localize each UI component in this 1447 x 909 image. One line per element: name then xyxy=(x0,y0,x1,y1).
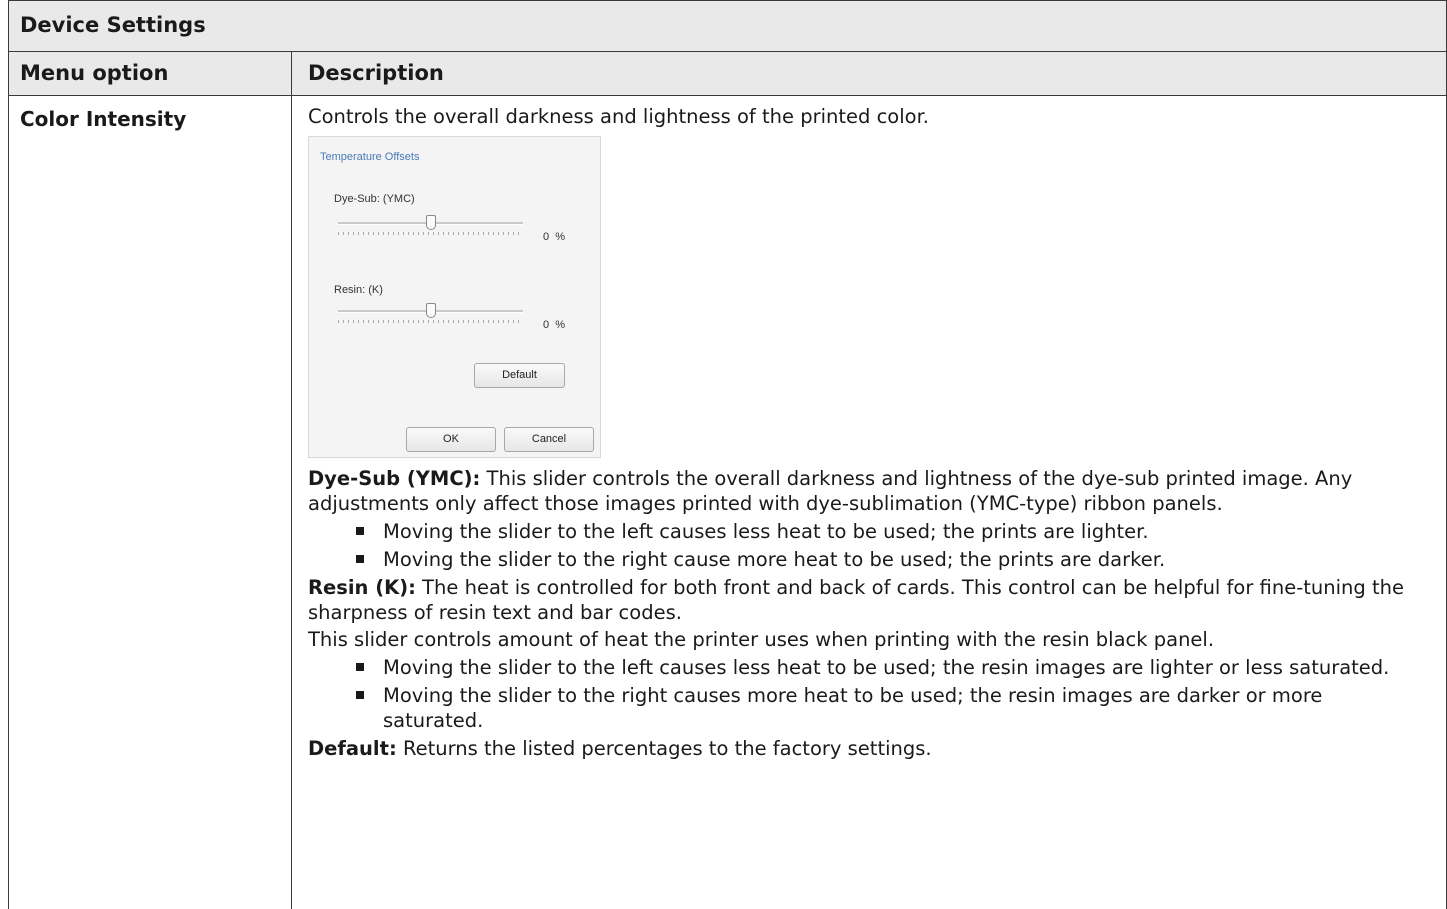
resin-label: Resin: (K) xyxy=(334,284,383,296)
dye-sub-value-number: 0 xyxy=(543,231,550,243)
resin-value: 0 % xyxy=(543,313,565,338)
group-title: Temperature Offsets xyxy=(320,151,420,163)
square-bullet-icon xyxy=(356,555,364,563)
description-cell: Controls the overall darkness and lightn… xyxy=(292,96,1446,909)
default-description: Returns the listed percentages to the fa… xyxy=(396,737,932,760)
table-header-row: Menu option Description xyxy=(9,52,1446,96)
menu-option-cell: Color Intensity xyxy=(9,96,292,909)
default-button[interactable]: Default xyxy=(474,363,565,388)
dye-sub-label: Dye-Sub: (YMC) xyxy=(334,193,415,205)
square-bullet-icon xyxy=(356,691,364,699)
default-paragraph: Default: Returns the listed percentages … xyxy=(308,736,1426,761)
resin-slider-ticks xyxy=(338,320,523,323)
list-item: Moving the slider to the left causes les… xyxy=(308,519,1426,544)
list-item: Moving the slider to the right cause mor… xyxy=(308,547,1426,572)
list-item: Moving the slider to the right causes mo… xyxy=(308,683,1426,733)
table-row: Color Intensity Controls the overall dar… xyxy=(9,96,1446,909)
dye-sub-term: Dye-Sub (YMC): xyxy=(308,467,481,490)
square-bullet-icon xyxy=(356,663,364,671)
description-content: Controls the overall darkness and lightn… xyxy=(308,104,1426,761)
dye-sub-value: 0 % xyxy=(543,225,565,250)
list-item-text: Moving the slider to the left causes les… xyxy=(383,656,1390,679)
resin-bullet-list: Moving the slider to the left causes les… xyxy=(308,655,1426,733)
resin-value-number: 0 xyxy=(543,319,550,331)
resin-value-unit: % xyxy=(555,319,566,331)
resin-term: Resin (K): xyxy=(308,576,416,599)
intro-text: Controls the overall darkness and lightn… xyxy=(308,105,930,128)
default-term: Default: xyxy=(308,737,397,760)
header-cell-menu-option: Menu option xyxy=(9,52,292,95)
ok-button[interactable]: OK xyxy=(406,427,496,452)
cancel-button[interactable]: Cancel xyxy=(504,427,594,452)
column-header-description: Description xyxy=(308,61,444,85)
device-settings-table: Device Settings Menu option Description … xyxy=(8,0,1447,909)
column-header-menu-option: Menu option xyxy=(20,61,169,85)
dye-sub-slider-thumb[interactable] xyxy=(426,215,436,230)
table-title-row: Device Settings xyxy=(9,0,1446,52)
resin-paragraph: Resin (K): The heat is controlled for bo… xyxy=(308,575,1426,625)
resin-slider-paragraph: This slider controls amount of heat the … xyxy=(308,628,1215,651)
temperature-offsets-dialog: Temperature Offsets Dye-Sub: (YMC) 0 % R… xyxy=(308,136,601,458)
resin-slider-thumb[interactable] xyxy=(426,303,436,318)
dye-sub-paragraph: Dye-Sub (YMC): This slider controls the … xyxy=(308,466,1426,516)
list-item: Moving the slider to the left causes les… xyxy=(308,655,1426,680)
table-title: Device Settings xyxy=(20,13,206,37)
header-cell-description: Description xyxy=(292,52,1446,95)
dye-sub-value-unit: % xyxy=(555,231,566,243)
list-item-text: Moving the slider to the right causes mo… xyxy=(383,684,1323,732)
square-bullet-icon xyxy=(356,527,364,535)
dye-sub-bullet-list: Moving the slider to the left causes les… xyxy=(308,519,1426,572)
dye-sub-slider-ticks xyxy=(338,232,523,235)
list-item-text: Moving the slider to the right cause mor… xyxy=(383,548,1166,571)
resin-description: The heat is controlled for both front an… xyxy=(308,576,1404,624)
list-item-text: Moving the slider to the left causes les… xyxy=(383,520,1149,543)
menu-option-name: Color Intensity xyxy=(20,107,187,131)
